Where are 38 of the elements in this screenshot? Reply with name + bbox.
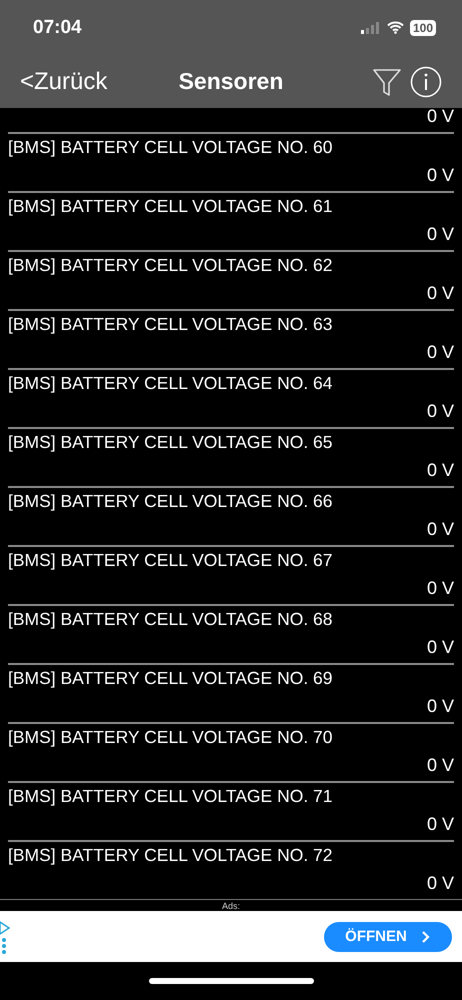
sensor-name: [BMS] BATTERY CELL VOLTAGE NO. 60 <box>8 136 334 159</box>
sensor-name: [BMS] BATTERY CELL VOLTAGE NO. 62 <box>8 254 334 277</box>
wifi-icon <box>386 21 404 34</box>
screen-title: Sensoren <box>178 68 284 95</box>
chevron-right-icon <box>420 930 431 944</box>
sensor-name: [BMS] BATTERY CELL VOLTAGE NO. 65 <box>8 431 334 454</box>
sensor-value: 0 V <box>426 459 454 482</box>
sensor-name: [BMS] BATTERY CELL VOLTAGE NO. 68 <box>8 608 334 631</box>
sensor-name: [BMS] BATTERY CELL VOLTAGE NO. 66 <box>8 490 334 513</box>
sensor-value: 0 V <box>426 400 454 423</box>
sensor-name: [BMS] BATTERY CELL VOLTAGE NO. 67 <box>8 549 334 572</box>
sensor-value: 0 V <box>426 223 454 246</box>
sensor-value: 0 V <box>426 282 454 305</box>
sensor-value: 0 V <box>426 813 454 836</box>
sensor-value: 0 V <box>426 164 454 187</box>
sensor-name: [BMS] BATTERY CELL VOLTAGE NO. 69 <box>8 667 334 690</box>
ad-choices-icon[interactable] <box>0 920 12 954</box>
signal-icon <box>360 22 381 34</box>
filter-icon[interactable] <box>372 66 402 96</box>
sensor-value: 0 V <box>426 341 454 364</box>
sensor-name: [BMS] BATTERY CELL VOLTAGE NO. 64 <box>8 372 334 395</box>
back-link[interactable]: <Zurück <box>20 68 108 96</box>
sensor-value: 0 V <box>426 108 454 128</box>
sensor-name: [BMS] BATTERY CELL VOLTAGE NO. 72 <box>8 844 334 867</box>
sensor-value: 0 V <box>426 872 454 895</box>
battery-icon: 100 <box>410 20 436 36</box>
sensor-name: [BMS] BATTERY CELL VOLTAGE NO. 70 <box>8 726 334 749</box>
sensor-value: 0 V <box>426 695 454 718</box>
sensor-value: 0 V <box>426 636 454 659</box>
ads-label: Ads: <box>222 900 240 911</box>
status-time: 07:04 <box>33 16 82 38</box>
info-icon[interactable] <box>410 66 442 98</box>
sensor-name: [BMS] BATTERY CELL VOLTAGE NO. 71 <box>8 785 334 808</box>
sensor-name: [BMS] BATTERY CELL VOLTAGE NO. 63 <box>8 313 334 336</box>
sensor-value: 0 V <box>426 754 454 777</box>
sensor-value: 0 V <box>426 577 454 600</box>
sensor-name: [BMS] BATTERY CELL VOLTAGE NO. 61 <box>8 195 334 218</box>
sensor-value: 0 V <box>426 518 454 541</box>
